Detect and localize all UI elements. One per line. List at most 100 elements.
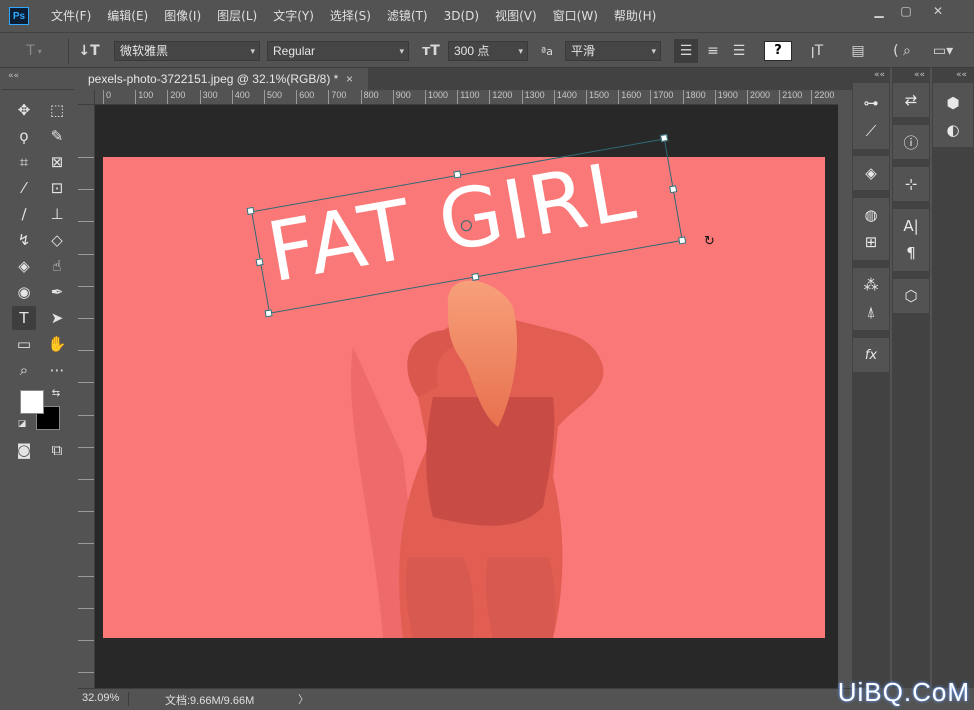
paint-bucket-icon[interactable]: ◈ [12,254,36,278]
menu-filter[interactable]: 滤镜(T) [379,0,436,32]
menu-select[interactable]: 选择(S) [322,0,379,32]
paths-icon[interactable]: ⍋ [856,300,886,324]
history-icon[interactable]: ⇄ [896,88,926,112]
transform-handle[interactable] [246,206,255,215]
restore-icon[interactable]: ▢ [891,0,921,22]
ps-logo-icon[interactable]: Ps [9,7,29,25]
menu-layer[interactable]: 图层(L) [209,0,265,32]
font-style-dropdown[interactable]: Regular ▾ [267,41,409,61]
frame-tool-icon[interactable]: ⊠ [45,150,69,174]
fx-styles-icon[interactable]: fx [856,343,886,367]
transform-handle[interactable] [264,309,273,318]
screen-mode-icon[interactable]: ⧉ [45,438,69,462]
tool-presets-icon[interactable]: ⊹ [896,172,926,196]
marquee-tool-icon[interactable]: ⬚ [45,98,69,122]
collapse-icon[interactable]: «« [956,70,967,80]
grid-icon[interactable]: ⊞ [856,230,886,254]
collapse-icon[interactable]: «« [914,70,925,80]
ruler-tick [78,414,94,416]
align-left-icon[interactable]: ☰ [674,39,698,63]
quick-select-tool-icon[interactable]: ✎ [45,124,69,148]
minimize-icon[interactable]: ▁ [864,0,894,22]
font-size-dropdown[interactable]: 300 点 ▾ [448,41,528,61]
panel-group: ⊹ [893,167,929,201]
channels-icon[interactable]: ⁂ [856,273,886,297]
foreground-color-swatch[interactable] [20,390,44,414]
brush-settings-icon[interactable]: ⟋ [856,119,886,143]
transform-handle[interactable] [660,133,669,143]
transform-handle[interactable] [453,170,462,179]
antialias-dropdown[interactable]: 平滑 ▾ [565,41,661,61]
search-icon[interactable]: ( ⌕ [884,40,920,62]
status-arrow-icon[interactable]: 〉 [298,691,309,707]
transform-handle[interactable] [255,258,264,267]
document-tab[interactable]: pexels-photo-3722151.jpeg @ 32.1%(RGB/8)… [78,68,368,90]
align-right-icon[interactable]: ☰ [727,39,751,63]
align-center-icon[interactable]: ≡ [701,39,725,63]
transform-handle[interactable] [471,272,480,281]
transform-handle[interactable] [678,236,687,245]
chevron-down-icon: ▾ [518,46,523,56]
menu-file[interactable]: 文件(F) [43,0,99,32]
eraser-tool-icon[interactable]: ◇ [45,228,69,252]
quick-mask-icon[interactable]: ◙ [12,438,36,462]
transform-handle[interactable] [669,185,678,194]
ruler-tick [78,575,94,577]
smudge-tool-icon[interactable]: ☝ [45,254,69,278]
eyedropper-tool-icon[interactable]: ⁄ [12,176,36,200]
dodge-tool-icon[interactable]: ◉ [12,280,36,304]
more-tools-icon[interactable]: ⋯ [45,358,69,382]
crop-tool-icon[interactable]: ⌗ [12,150,36,174]
tab-close-icon[interactable]: × [346,68,353,90]
vertical-ruler[interactable] [78,105,95,688]
stamp-tool-icon[interactable]: ⊥ [45,202,69,226]
paragraph-icon[interactable]: ¶ [896,241,926,265]
type-tool-icon[interactable]: T [12,306,36,330]
history-brush-icon[interactable]: ↯ [12,228,36,252]
ruler-tick-label: 300 [199,90,218,104]
workspace-icon[interactable]: ▭▾ [928,40,958,62]
path-select-icon[interactable]: ➤ [45,306,69,330]
zoom-tool-icon[interactable]: ⌕ [12,358,36,382]
collapse-icon[interactable]: «« [8,71,19,81]
character-icon[interactable]: A| [896,214,926,238]
3d-panel-icon[interactable]: ⬢ [938,91,968,115]
swap-colors-icon[interactable]: ⇆ [49,386,63,400]
collapse-icon[interactable]: «« [874,70,885,80]
menu-3d[interactable]: 3D(D) [436,0,487,32]
properties-icon[interactable]: ◐ [938,118,968,142]
menu-view[interactable]: 视图(V) [487,0,545,32]
menu-help[interactable]: 帮助(H) [606,0,664,32]
menu-image[interactable]: 图像(I) [156,0,209,32]
default-colors-icon[interactable]: ◪ [15,417,29,431]
ruler-tick [78,479,94,480]
aa-icon: ªa [541,44,553,58]
text-color-swatch[interactable]: ? [764,41,792,61]
rectangle-tool-icon[interactable]: ▭ [12,332,36,356]
3d-cube-icon[interactable]: ⬡ [896,284,926,308]
layers-icon[interactable]: ◈ [856,161,886,185]
info-icon[interactable]: ⓘ [896,130,926,154]
3d-material-icon[interactable]: ⊡ [45,176,69,200]
move-tool-icon[interactable]: ✥ [12,98,36,122]
menu-window[interactable]: 窗口(W) [545,0,606,32]
ruler-tick [78,253,94,255]
menu-edit[interactable]: 编辑(E) [99,0,156,32]
warp-text-icon[interactable]: ꞁT [806,40,828,62]
brush-tool-icon[interactable]: ∕ [12,202,36,226]
menu-type[interactable]: 文字(Y) [265,0,322,32]
toggle-text-orientation-icon[interactable]: ↓T [78,40,100,62]
zoom-level[interactable]: 32.09% [82,692,119,704]
close-icon[interactable]: ✕ [923,0,953,22]
ruler-tick-label: 1500 [586,90,609,104]
panel-group: ◈ [853,156,889,190]
font-family-dropdown[interactable]: 微软雅黑 ▾ [114,41,260,61]
hand-tool-icon[interactable]: ✋ [45,332,69,356]
type-tool-preset-icon[interactable]: T ▾ [20,41,48,61]
adjustments-icon[interactable]: ⊶ [856,91,886,115]
lasso-tool-icon[interactable]: ϙ [12,124,36,148]
swatches-palette-icon[interactable]: ◍ [856,203,886,227]
character-panel-icon[interactable]: ▤ [847,40,869,62]
pen-tool-icon[interactable]: ✒ [45,280,69,304]
horizontal-ruler[interactable]: 0 100 200 300 400 500 600 700 800 900 1000 1100 1200… [95,90,838,105]
